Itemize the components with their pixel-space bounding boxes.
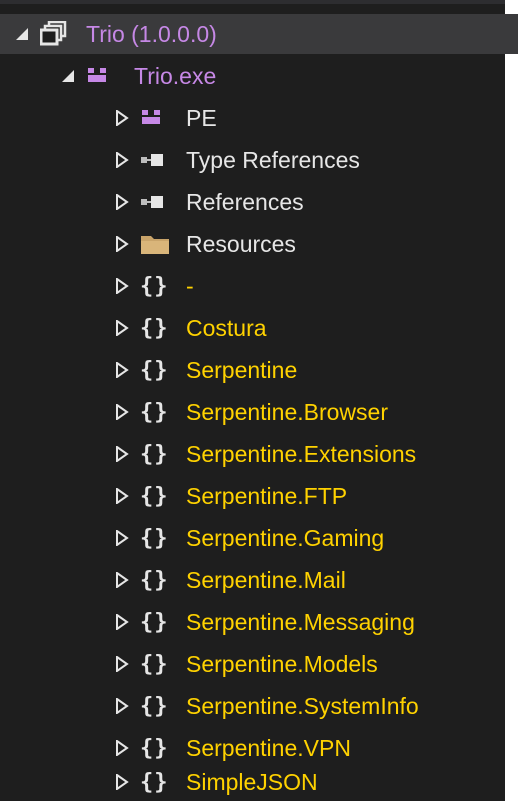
references-label: References [186,189,304,215]
tree-node-namespace-empty[interactable]: {} - [0,266,194,306]
tree-node-pe[interactable]: PE [0,98,217,138]
collapsed-triangle-icon[interactable] [114,278,130,294]
reference-icon [140,190,174,214]
assembly-explorer-tree: Trio (1.0.0.0) Trio.exe PE Type Referenc… [0,0,518,802]
namespace-label: Serpentine.Browser [186,399,388,425]
tree-node-type-references[interactable]: Type References [0,140,360,180]
tree-node-namespace[interactable]: {} Serpentine [0,350,297,390]
assembly-icon [40,21,74,46]
collapsed-triangle-icon[interactable] [114,774,130,790]
collapsed-triangle-icon[interactable] [114,614,130,630]
tree-node-namespace[interactable]: {} Serpentine.Browser [0,392,388,432]
namespace-icon: {} [140,273,169,299]
namespace-icon: {} [140,609,169,635]
tree-node-namespace[interactable]: {} Serpentine.Gaming [0,518,384,558]
collapsed-triangle-icon[interactable] [114,236,130,252]
namespace-label: - [186,273,194,299]
namespace-label: Serpentine.Models [186,651,378,677]
namespace-icon: {} [140,651,169,677]
namespace-label: Serpentine.Messaging [186,609,415,635]
folder-icon [140,232,174,256]
tree-node-namespace[interactable]: {} Serpentine.Mail [0,560,346,600]
expanded-triangle-icon[interactable] [14,26,30,42]
tree-node-resources[interactable]: Resources [0,224,296,264]
collapsed-triangle-icon[interactable] [114,194,130,210]
namespace-icon: {} [140,525,169,551]
namespace-label: Serpentine.SystemInfo [186,693,419,719]
pe-label: PE [186,105,217,131]
namespace-icon: {} [140,441,169,467]
namespace-label: Serpentine.FTP [186,483,348,509]
namespace-label: Costura [186,315,267,341]
collapsed-triangle-icon[interactable] [114,488,130,504]
namespace-icon: {} [140,735,169,761]
resources-label: Resources [186,231,296,257]
collapsed-triangle-icon[interactable] [114,572,130,588]
reference-icon [140,148,174,172]
namespace-icon: {} [140,567,169,593]
tree-node-namespace[interactable]: {} Serpentine.Extensions [0,434,416,474]
namespace-icon: {} [140,693,169,719]
namespace-label: Serpentine.Mail [186,567,346,593]
type-references-label: Type References [186,147,360,173]
namespace-icon: {} [140,399,169,425]
assembly-label: Trio (1.0.0.0) [86,21,217,47]
collapsed-triangle-icon[interactable] [114,110,130,126]
collapsed-triangle-icon[interactable] [114,656,130,672]
namespace-label: SimpleJSON [186,769,318,795]
namespace-label: Serpentine.Extensions [186,441,417,467]
collapsed-triangle-icon[interactable] [114,362,130,378]
tree-node-references[interactable]: References [0,182,304,222]
collapsed-triangle-icon[interactable] [114,320,130,336]
tree-node-module[interactable]: Trio.exe [0,56,216,96]
namespace-icon: {} [140,769,169,795]
tree-node-namespace[interactable]: {} Serpentine.Messaging [0,602,415,642]
module-label: Trio.exe [134,63,217,89]
module-icon [86,64,122,88]
pe-icon [140,106,174,130]
tree-node-namespace[interactable]: {} Serpentine.FTP [0,476,347,516]
namespace-icon: {} [140,357,169,383]
collapsed-triangle-icon[interactable] [114,530,130,546]
tree-node-namespace[interactable]: {} Costura [0,308,267,348]
collapsed-triangle-icon[interactable] [114,152,130,168]
namespace-icon: {} [140,315,169,341]
collapsed-triangle-icon[interactable] [114,404,130,420]
collapsed-triangle-icon[interactable] [114,446,130,462]
namespace-label: Serpentine.Gaming [186,525,385,551]
collapsed-triangle-icon[interactable] [114,740,130,756]
tree-node-namespace[interactable]: {} Serpentine.SystemInfo [0,686,419,726]
tree-node-assembly[interactable]: Trio (1.0.0.0) [0,14,518,54]
tree-node-namespace[interactable]: {} SimpleJSON [0,762,318,802]
namespace-label: Serpentine.VPN [186,735,351,761]
namespace-icon: {} [140,483,169,509]
tree-node-namespace[interactable]: {} Serpentine.Models [0,644,378,684]
collapsed-triangle-icon[interactable] [114,698,130,714]
namespace-label: Serpentine [186,357,298,383]
expanded-triangle-icon[interactable] [60,68,76,84]
